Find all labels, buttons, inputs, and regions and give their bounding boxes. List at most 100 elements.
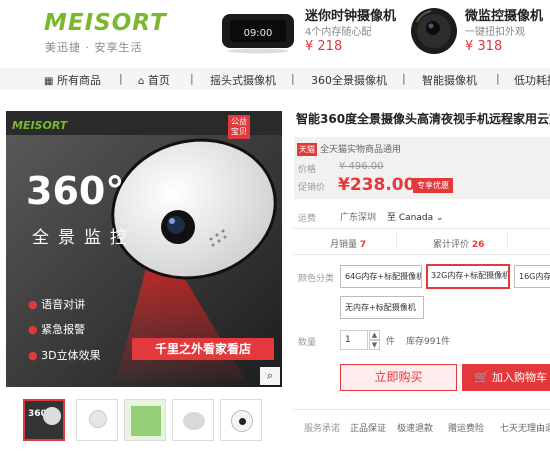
zoom-icon[interactable]: ⌕ [260,367,280,385]
chevron-down-icon: ⌄ [435,213,444,223]
thumbnail-5[interactable] [220,399,262,441]
option-no-memory[interactable]: 无内存+标配摄像机 [340,296,424,319]
image-360-text: 360° [26,169,125,213]
buy-now-button[interactable]: 立即购买 [340,364,457,391]
thumbnail-2[interactable] [76,399,118,441]
monthly-sales: 月销量 7 [330,237,366,250]
thumbnail-3[interactable] [124,399,166,441]
stat-label: 月销量 [330,240,358,250]
thumb-lens [239,418,246,425]
promo-title[interactable]: 微监控摄像机 [465,5,543,24]
tmall-text: 全天猫实物商品通用 [320,145,402,155]
nav-item-pan-tilt[interactable]: 摇头式摄像机 [210,72,276,88]
option-32g-selected[interactable]: 32G内存+标配摄像机 [426,264,510,289]
page: MEISORT 美迅捷 · 安享生活 09:00 迷你时钟摄像机 4个内存随心配… [0,0,550,459]
nav-bar: ▦ 所有商品 | ⌂ 首页 | 摇头式摄像机 | 360全景摄像机 | 智能摄像… [0,68,550,90]
stat-value: 26 [471,240,485,250]
image-banner: 千里之外看家看店 [132,338,274,360]
nav-separator: | [496,72,500,85]
nav-separator: | [190,72,194,85]
quantity-decrease-button[interactable]: ▼ [369,340,380,350]
promo-price-label: 促销价 [298,183,326,193]
thumbnail-4[interactable] [172,399,214,441]
image-logo: MEISORT [12,119,68,132]
shipping-destination-select[interactable]: 至 Canada ⌄ [387,210,444,223]
stat-label: 累计评价 [433,240,470,250]
tmall-tag: 天猫 [297,143,317,156]
promo-price: ¥ 318 [465,39,503,54]
thumb-camera [183,412,205,430]
promo-badge: 专享优惠 [413,178,453,193]
promo-mini-camera[interactable]: 微监控摄像机 一键扭扣外观 ¥ 318 [409,4,550,60]
promo-subtitle: 一键扭扣外观 [465,27,525,38]
feature-item: ● 3D立体效果 [28,347,101,363]
shipping-from: 广东深圳 [340,213,377,223]
divider [294,254,550,255]
service-item[interactable]: 七天无理由退换 [500,421,550,434]
main-product-image[interactable]: MEISORT 公益宝贝 360° 全景监控 ● 语音对讲 ● 紧急报警 ● 3… [6,111,282,387]
nav-separator: | [119,72,123,85]
feature-item: ● 紧急报警 [28,321,85,337]
mini-camera-image [411,8,457,54]
divider [396,233,397,247]
thumb-graphic [131,406,161,436]
bullet-icon: ● [28,323,38,336]
brand-slogan: 美迅捷 · 安享生活 [45,41,143,54]
quantity-increase-button[interactable]: ▲ [369,330,380,340]
thumb-camera [43,407,61,425]
promo-subtitle: 4个内存随心配 [305,27,372,38]
header: MEISORT 美迅捷 · 安享生活 09:00 迷你时钟摄像机 4个内存随心配… [0,0,550,64]
nav-item-low-power[interactable]: 低功耗摄 [514,72,550,88]
nav-item-360[interactable]: 360全景摄像机 [311,72,387,88]
clock-camera-image: 09:00 [222,14,294,54]
color-label: 颜色分类 [298,274,335,284]
thumb-camera [89,410,107,428]
image-subtitle: 全景监控 [32,228,136,248]
option-16g[interactable]: 16G内存+ [514,265,550,288]
thumbnail-1[interactable]: 360° [23,399,65,441]
nav-item-all-products[interactable]: ▦ 所有商品 [44,72,101,88]
stock-count: 库存991件 [406,337,451,347]
service-item[interactable]: 赠运费险 [448,421,484,434]
divider [294,409,550,410]
divider [507,233,508,247]
product-title: 智能360度全景摄像头高清夜视手机远程家用云室内监控 [296,112,550,126]
nav-label: 首页 [147,74,170,87]
cart-icon: 🛒 [474,370,489,384]
old-price: ¥ 496.00 [339,161,384,172]
nav-item-smart[interactable]: 智能摄像机 [422,72,477,88]
add-to-cart-button[interactable]: 🛒 加入购物车 [462,364,550,391]
clock-screen-text: 09:00 [244,28,273,39]
quantity-unit: 件 [386,337,396,347]
feature-item: ● 语音对讲 [28,296,85,312]
quantity-input[interactable]: 1 [340,330,368,350]
home-icon: ⌂ [138,76,145,87]
nav-item-home[interactable]: ⌂ 首页 [138,72,170,88]
charity-badge: 公益宝贝 [228,115,250,139]
feature-label: 3D立体效果 [41,349,101,362]
nav-separator: | [291,72,295,85]
promo-clock-camera[interactable]: 09:00 迷你时钟摄像机 4个内存随心配 ¥ 218 [220,4,396,60]
service-item[interactable]: 正品保证 [350,421,386,434]
promo-title[interactable]: 迷你时钟摄像机 [305,5,396,24]
nav-label: 所有商品 [56,74,101,87]
stat-value: 7 [359,240,367,250]
grid-icon: ▦ [44,76,54,87]
review-count[interactable]: 累计评价 26 [433,237,484,250]
option-64g[interactable]: 64G内存+标配摄像机 [340,265,422,288]
quantity-label: 数量 [298,338,317,348]
divider [294,228,550,229]
price-box: 天猫 全天猫实物商品通用 价格 ¥ 496.00 促销价 ¥238.00 专享优… [294,137,550,199]
bullet-icon: ● [28,349,38,362]
service-label: 服务承诺 [304,424,341,434]
shipping-to: 至 Canada [387,213,434,223]
service-item[interactable]: 极速退款 [397,421,433,434]
feature-label: 紧急报警 [41,323,86,336]
nav-separator: | [402,72,406,85]
brand-logo[interactable]: MEISORT [44,10,167,36]
add-to-cart-label: 加入购物车 [492,371,547,384]
shipping-label: 运费 [298,214,317,224]
feature-label: 语音对讲 [41,298,86,311]
bullet-icon: ● [28,298,38,311]
promo-price: ¥238.00 [338,175,416,195]
